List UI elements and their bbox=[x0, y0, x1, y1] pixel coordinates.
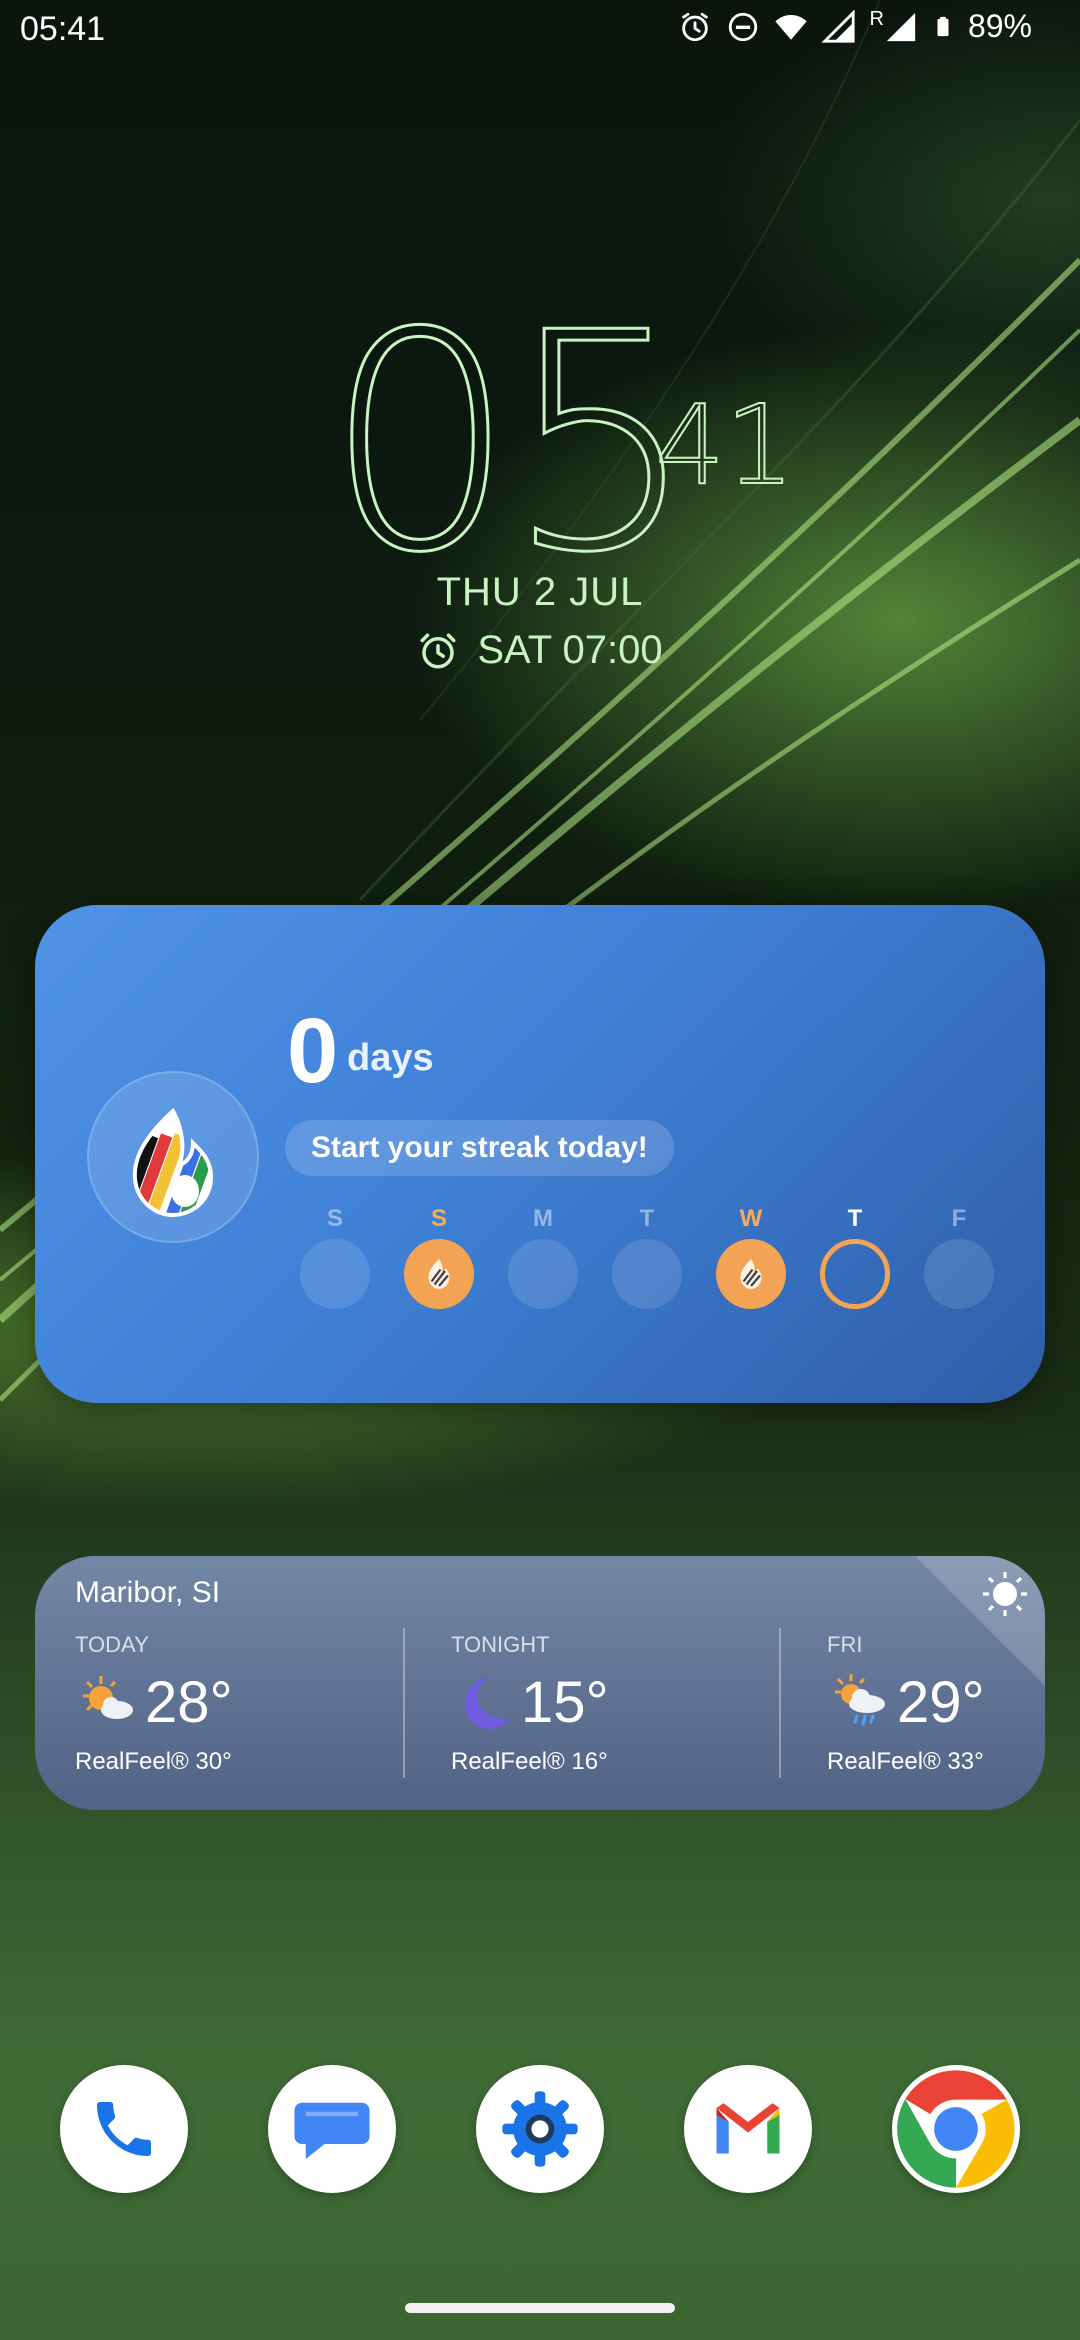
weather-today[interactable]: TODAY 28° RealFeel® 30° bbox=[75, 1632, 375, 1776]
streak-logo bbox=[87, 1071, 259, 1243]
day-empty-circle bbox=[924, 1239, 994, 1309]
lockscreen-clock: 05 41 bbox=[0, 292, 1080, 595]
period-temp: 29° bbox=[897, 1669, 985, 1735]
partly-sunny-icon bbox=[83, 1676, 133, 1719]
day-label: W bbox=[739, 1205, 763, 1232]
period-label: FRI bbox=[827, 1632, 863, 1657]
clock-minutes: 41 bbox=[654, 381, 796, 509]
weather-widget[interactable]: Maribor, SI TODAY 28° RealFeel® 30° TONI… bbox=[35, 1556, 1045, 1810]
chrome-icon bbox=[897, 2070, 1015, 2188]
clock-hours: 05 bbox=[324, 269, 699, 618]
messages-app[interactable] bbox=[268, 2065, 396, 2193]
day-done-circle bbox=[716, 1239, 786, 1309]
alarm-icon bbox=[681, 12, 708, 41]
period-realfeel: RealFeel® 16° bbox=[451, 1748, 608, 1775]
day-label: S bbox=[430, 1205, 447, 1232]
period-temp: 15° bbox=[521, 1669, 609, 1735]
day-monday: M bbox=[508, 1205, 578, 1309]
day-empty-circle bbox=[300, 1239, 370, 1309]
app-dock bbox=[0, 2065, 1080, 2195]
do-not-disturb-icon bbox=[728, 12, 757, 41]
gmail-app[interactable] bbox=[684, 2065, 812, 2193]
start-streak-button[interactable]: Start your streak today! bbox=[285, 1120, 674, 1176]
status-time: 05:41 bbox=[20, 10, 106, 48]
streak-widget[interactable]: 0 days Start your streak today! S S M T … bbox=[35, 905, 1045, 1403]
status-bar: 05:41 R 89% bbox=[0, 0, 1080, 56]
battery-percent: 89% bbox=[967, 8, 1032, 44]
day-label: S bbox=[326, 1205, 343, 1232]
divider bbox=[779, 1628, 781, 1778]
moon-icon bbox=[464, 1676, 509, 1729]
day-done-circle bbox=[404, 1239, 474, 1309]
settings-app[interactable] bbox=[476, 2065, 604, 2193]
gmail-icon bbox=[716, 2103, 780, 2154]
day-label: F bbox=[951, 1205, 967, 1232]
day-thursday-today: T bbox=[820, 1205, 890, 1309]
sun-outline-icon[interactable] bbox=[981, 1570, 1029, 1618]
roaming-indicator: R bbox=[869, 8, 884, 30]
signal-icon bbox=[821, 9, 855, 43]
phone-icon bbox=[97, 2102, 151, 2156]
day-label: T bbox=[847, 1205, 863, 1232]
week-days: S S M T W T F bbox=[300, 1205, 1020, 1335]
day-wednesday: W bbox=[716, 1205, 786, 1309]
weather-location: Maribor, SI bbox=[75, 1576, 221, 1609]
period-realfeel: RealFeel® 30° bbox=[75, 1748, 232, 1775]
weather-friday[interactable]: FRI 29° RealFeel® 33° bbox=[827, 1632, 1045, 1776]
flame-flag-icon bbox=[132, 1107, 214, 1218]
period-realfeel: RealFeel® 33° bbox=[827, 1748, 984, 1775]
next-alarm[interactable]: SAT 07:00 bbox=[0, 628, 1080, 673]
alarm-clock-icon bbox=[420, 633, 456, 668]
status-icons: R 89% bbox=[678, 8, 1032, 45]
period-label: TONIGHT bbox=[451, 1632, 550, 1657]
chrome-app[interactable] bbox=[892, 2065, 1020, 2193]
day-label: T bbox=[639, 1205, 655, 1232]
streak-count: 0 bbox=[287, 1000, 339, 1102]
day-sunday: S bbox=[300, 1205, 370, 1309]
flame-check-icon bbox=[428, 1259, 450, 1289]
messages-icon bbox=[294, 2102, 370, 2159]
day-label: M bbox=[533, 1205, 553, 1232]
day-empty-circle bbox=[508, 1239, 578, 1309]
day-saturday: S bbox=[404, 1205, 474, 1309]
battery-icon bbox=[937, 16, 949, 36]
home-gesture-bar[interactable] bbox=[405, 2303, 675, 2313]
day-tuesday: T bbox=[612, 1205, 682, 1309]
period-label: TODAY bbox=[75, 1632, 149, 1657]
divider bbox=[403, 1628, 405, 1778]
weather-tonight[interactable]: TONIGHT 15° RealFeel® 16° bbox=[451, 1632, 751, 1776]
sun-rain-icon bbox=[835, 1674, 885, 1726]
day-today-ring bbox=[820, 1239, 890, 1309]
phone-app[interactable] bbox=[60, 2065, 188, 2193]
day-friday: F bbox=[924, 1205, 994, 1309]
wifi-icon bbox=[774, 14, 807, 40]
signal-roaming-icon bbox=[886, 12, 916, 41]
streak-unit: days bbox=[347, 1037, 434, 1079]
flame-check-icon bbox=[740, 1259, 762, 1289]
next-alarm-time: SAT 07:00 bbox=[477, 628, 663, 672]
day-empty-circle bbox=[612, 1239, 682, 1309]
gear-icon bbox=[502, 2091, 578, 2167]
clock-date: THU 2 JUL bbox=[436, 570, 644, 614]
period-temp: 28° bbox=[145, 1669, 233, 1735]
